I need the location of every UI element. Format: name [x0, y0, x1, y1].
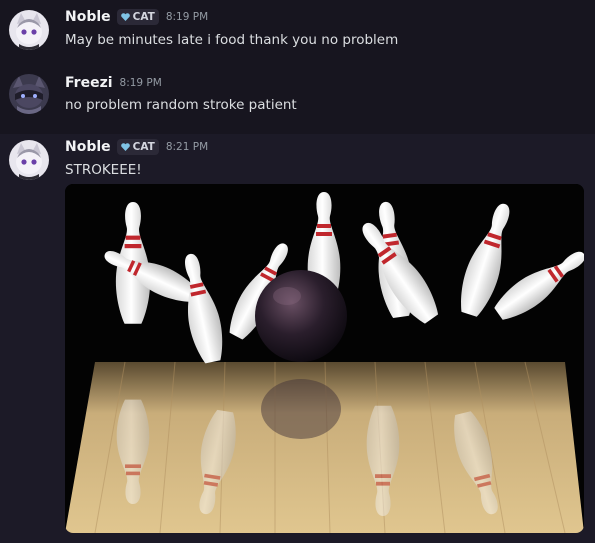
message-item: Noble CAT 8:19 PM May be minutes late i … [0, 0, 595, 64]
message-text: STROKEEE! [65, 162, 142, 178]
avatar[interactable] [9, 74, 49, 114]
tag-label: CAT [132, 141, 155, 153]
message-item: Freezi 8:19 PM no problem random stroke … [0, 64, 595, 132]
message-text: May be minutes late i food thank you no … [65, 32, 399, 48]
user-tag[interactable]: CAT [116, 9, 159, 25]
timestamp[interactable]: 8:21 PM [166, 141, 208, 153]
message-text: no problem random stroke patient [65, 97, 297, 113]
heart-icon [120, 13, 130, 21]
username[interactable]: Noble [65, 9, 111, 25]
tag-label: CAT [132, 11, 155, 23]
username[interactable]: Noble [65, 139, 111, 155]
timestamp[interactable]: 8:19 PM [166, 11, 208, 23]
user-tag[interactable]: CAT [116, 139, 159, 155]
avatar[interactable] [9, 140, 49, 180]
avatar[interactable] [9, 10, 49, 50]
username[interactable]: Freezi [65, 75, 113, 91]
image-attachment[interactable] [65, 184, 584, 533]
heart-icon [120, 143, 130, 151]
timestamp[interactable]: 8:19 PM [120, 77, 162, 89]
